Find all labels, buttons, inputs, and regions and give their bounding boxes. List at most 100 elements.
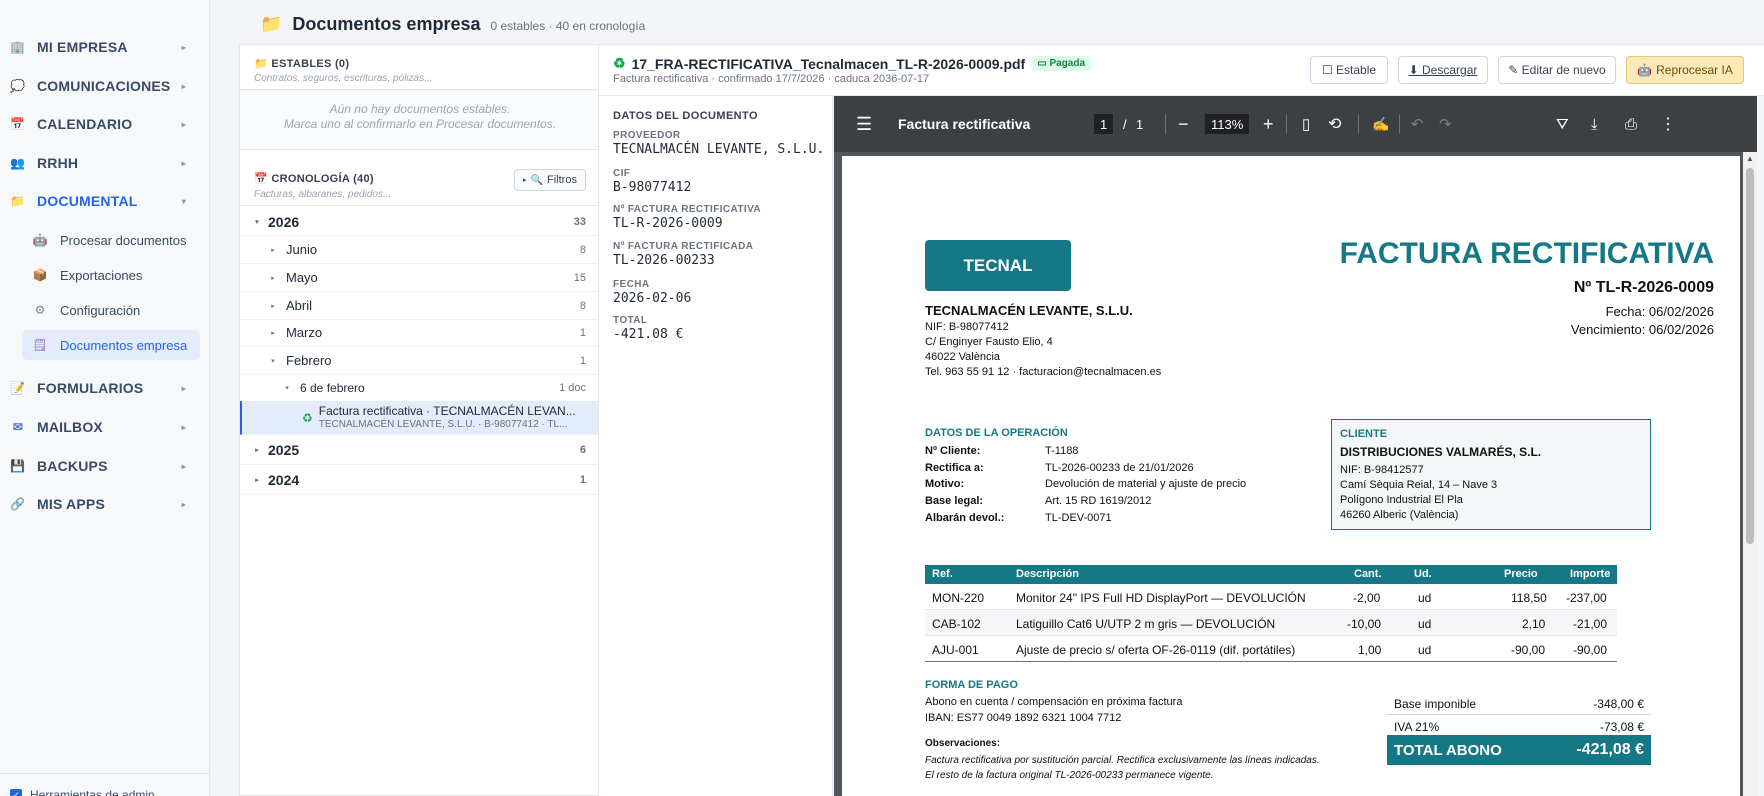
admin-tools-toggle[interactable]: ✓ Herramientas de admin	[10, 788, 155, 796]
tree-count: 1	[579, 354, 586, 367]
pdf-title: Factura rectificativa	[898, 116, 1031, 132]
meta-value-factura-rectificada: TL-2026-00233	[613, 253, 715, 268]
stable-button[interactable]: ☐ Estable	[1310, 56, 1388, 84]
nav-label: COMUNICACIONES	[37, 78, 171, 94]
scrollbar-thumb[interactable]	[1746, 168, 1754, 544]
fit-page-icon[interactable]: ▯	[1302, 96, 1310, 152]
page-separator: /	[1123, 116, 1127, 132]
observations-line1: Factura rectificativa por sustitución pa…	[925, 755, 1320, 766]
tree-month-marzo[interactable]: ▸ Marzo 1	[240, 319, 598, 347]
redo-icon[interactable]: ↷	[1439, 96, 1452, 152]
reprocess-ai-button[interactable]: 🤖 Reprocesar IA	[1626, 56, 1744, 84]
zoom-level-input[interactable]: 113%	[1205, 114, 1250, 134]
document-icon: 🗒	[32, 338, 48, 352]
meta-value-cif: B-98077412	[613, 180, 692, 195]
toolbar-divider	[1358, 114, 1359, 134]
zoom-out-icon[interactable]: −	[1178, 96, 1189, 152]
chronology-section-title: 📅 CRONOLOGÍA (40)	[254, 172, 374, 185]
more-options-icon[interactable]: ⋮	[1660, 96, 1676, 152]
tree-doc-line2: TECNALMACÉN LEVANTE, S.L.U. · B-98077412…	[318, 418, 568, 430]
menu-icon[interactable]: ☰	[856, 96, 872, 152]
tree-label: 2026	[268, 213, 300, 230]
tree-year-2024[interactable]: ▸ 2024 1	[240, 465, 598, 495]
meta-value-total: -421.08 €	[613, 327, 684, 342]
undo-icon[interactable]: ↶	[1411, 96, 1424, 152]
scroll-up-icon[interactable]: ▲	[1746, 154, 1754, 163]
op-label: Rectifica a:	[925, 462, 984, 474]
pdf-scrollbar[interactable]: ▲	[1743, 152, 1757, 796]
stable-empty-line2: Marca uno al confirmarlo en Procesar doc…	[283, 117, 557, 131]
filters-button[interactable]: ▸ 🔍 Filtros	[514, 169, 586, 191]
page-title: Documentos empresa	[292, 14, 481, 34]
tree-label: 2024	[268, 471, 300, 488]
meta-label-cif: CIF	[613, 168, 631, 179]
page-number-input[interactable]: 1	[1094, 114, 1114, 134]
client-title: CLIENTE	[1340, 428, 1388, 440]
totals-final-value: -421,08 €	[1576, 741, 1644, 758]
checkbox-checked-icon[interactable]: ✓	[10, 789, 22, 796]
subnav-configuracion[interactable]: ⚙ Configuración	[22, 295, 200, 325]
chevron-right-icon: ▸	[255, 476, 259, 484]
client-city: 46260 Alberic (València)	[1340, 509, 1459, 521]
totals-base-row: Base imponible -348,00 €	[1387, 693, 1651, 715]
nav-mis-apps[interactable]: 🔗 MIS APPS ▸	[0, 490, 200, 518]
page-header: 📁 Documentos empresa 0 estables · 40 en …	[260, 14, 645, 35]
nav-mi-empresa[interactable]: 🏢 MI EMPRESA ▸	[0, 33, 200, 61]
download-icon[interactable]: ⤓	[1591, 96, 1598, 152]
nav-comunicaciones[interactable]: 💭 COMUNICACIONES ▸	[0, 72, 200, 100]
op-value: TL-2026-00233 de 21/01/2026	[1045, 462, 1194, 474]
chevron-right-icon: ▸	[523, 177, 527, 184]
nav-rrhh[interactable]: 👥 RRHH ▸	[0, 149, 200, 177]
rotate-icon[interactable]: ⟲	[1328, 96, 1341, 152]
document-metadata-panel: DATOS DEL DOCUMENTO PROVEEDOR TECNALMACÉ…	[599, 96, 833, 796]
nav-calendario[interactable]: 📅 CALENDARIO ▸	[0, 110, 200, 138]
annotate-icon[interactable]: ✍	[1372, 96, 1389, 152]
nav-mailbox[interactable]: ✉ MAILBOX ▸	[0, 413, 200, 441]
cell-amount: -21,00	[1573, 617, 1608, 631]
tree-count: 1	[579, 473, 586, 486]
subnav-documentos-empresa[interactable]: 🗒 Documentos empresa	[22, 330, 200, 360]
tree-count: 33	[573, 215, 586, 228]
print-icon[interactable]: ⎙	[1625, 96, 1637, 152]
op-value: Art. 15 RD 1619/2012	[1045, 495, 1152, 507]
cell-desc: Ajuste de precio s/ oferta OF-26-0119 (d…	[1016, 643, 1296, 657]
payment-title: FORMA DE PAGO	[925, 679, 1018, 691]
tree-month-febrero[interactable]: ▾ Febrero 1	[240, 347, 598, 375]
items-table-header: Ref. Descripción Cant. Ud. Precio Import…	[925, 565, 1617, 584]
op-value: Devolución de material y ajuste de preci…	[1045, 478, 1247, 490]
tree-month-mayo[interactable]: ▸ Mayo 15	[240, 264, 598, 292]
tree-day-6-febrero[interactable]: ▾ 6 de febrero 1 doc	[240, 374, 598, 402]
tree-year-2026[interactable]: ▾ 2026 33	[240, 208, 598, 236]
save-to-drive-icon[interactable]: ⛛	[1556, 96, 1569, 152]
download-button[interactable]: ⬇ Descargar	[1398, 56, 1488, 84]
tree-year-2025[interactable]: ▸ 2025 6	[240, 435, 598, 465]
nav-formularios[interactable]: 📝 FORMULARIOS ▸	[0, 374, 200, 402]
tree-month-abril[interactable]: ▸ Abril 8	[240, 292, 598, 320]
nav-label: MAILBOX	[37, 419, 103, 435]
document-subtitle: Factura rectificativa · confirmado 17/7/…	[613, 73, 930, 85]
nav-label: CALENDARIO	[37, 116, 133, 132]
stable-title-text: ESTABLES (0)	[271, 58, 350, 70]
chevron-down-icon: ▾	[285, 384, 289, 392]
meta-label-fecha: FECHA	[613, 279, 650, 290]
edit-again-button[interactable]: ✎ Editar de nuevo	[1498, 56, 1616, 84]
chevron-right-icon: ▸	[181, 42, 186, 52]
meta-value-factura-rectificativa: TL-R-2026-0009	[613, 216, 723, 231]
nav-documental[interactable]: 📁 DOCUMENTAL ▾	[0, 187, 200, 215]
chevron-right-icon: ▸	[181, 499, 186, 509]
subnav-exportaciones[interactable]: 📦 Exportaciones	[22, 260, 200, 290]
company-logo: TECNAL	[925, 240, 1071, 291]
client-address: Camí Sèquia Reial, 14 – Nave 3	[1340, 479, 1498, 491]
tree-doc-factura-rectificativa[interactable]: ♻ Factura rectificativa · TECNALMACÉN LE…	[240, 401, 598, 435]
operation-title: DATOS DE LA OPERACIÓN	[925, 427, 1068, 439]
recycle-icon: ♻	[613, 55, 626, 71]
tree-month-junio[interactable]: ▸ Junio 8	[240, 236, 598, 264]
zoom-in-icon[interactable]: +	[1263, 96, 1274, 152]
cell-ref: MON-220	[932, 591, 985, 605]
op-label: Albarán devol.:	[925, 512, 1005, 524]
subnav-procesar-documentos[interactable]: 🤖 Procesar documentos	[22, 225, 200, 255]
tree-doc-text: Factura rectificativa · TECNALMACÉN LEVA…	[318, 404, 576, 431]
status-badge-text: Pagada	[1049, 58, 1086, 69]
chevron-down-icon: ▾	[255, 218, 259, 226]
nav-backups[interactable]: 💾 BACKUPS ▸	[0, 452, 200, 480]
